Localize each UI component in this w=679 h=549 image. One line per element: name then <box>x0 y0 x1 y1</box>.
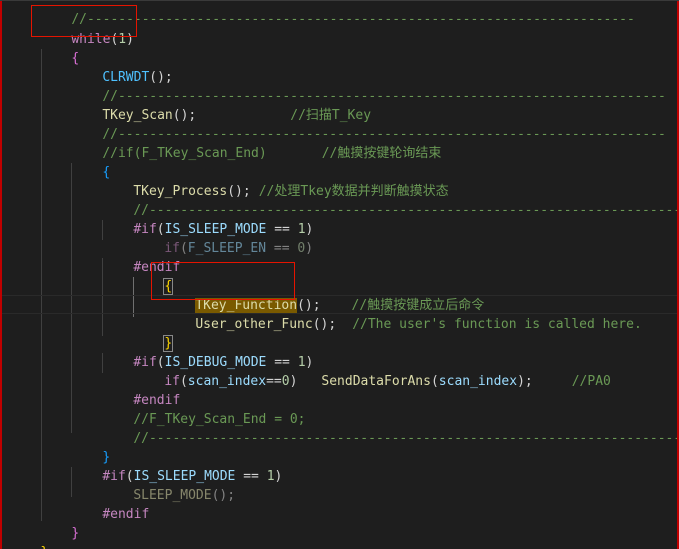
code-line: { <box>0 258 679 295</box>
code-line: //F_TKey_Scan_End = 0; <box>0 391 679 427</box>
code-line: } <box>0 505 679 541</box>
code-line: #endif <box>0 239 679 275</box>
code-editor[interactable]: //--------------------------------------… <box>0 0 679 549</box>
code-line: User_other_Func();//The user's function … <box>195 317 642 332</box>
code-line: TKey_Process();//处理Tkey数据并判断触摸状态 <box>133 184 449 199</box>
code-line: //if(F_TKey_Scan_End)//触摸按键轮询结束 <box>0 125 679 161</box>
frame-edge-left <box>0 1 2 549</box>
code-line: #if(IS_SLEEP_MODE == 1) <box>102 469 283 484</box>
code-line: if(scan_index==0) SendDataForAns(scan_ind… <box>164 374 611 389</box>
code-line: CLRWDT(); <box>102 70 173 85</box>
annotation-box-while <box>31 5 137 37</box>
code-line: #if(IS_DEBUG_MODE == 1) <box>133 355 314 370</box>
code-line: #endif <box>0 486 679 522</box>
code-line: #endif <box>0 372 679 408</box>
code-line: } <box>0 429 679 465</box>
code-line: //--------------------------------------… <box>0 410 679 446</box>
code-line: TKey_Scan();//扫描T_Key <box>102 108 372 123</box>
code-line: TKey_Function();//触摸按键成立后命令 <box>195 298 485 313</box>
code-line-inactive: SLEEP_MODE(); <box>133 488 236 503</box>
code-line: #if(IS_SLEEP_MODE == 1) <box>133 222 314 237</box>
code-line-inactive: if(F_SLEEP_EN == 0) <box>164 241 314 256</box>
code-line: //--------------------------------------… <box>0 68 679 104</box>
code-line: //--------------------------------------… <box>0 182 679 218</box>
code-line: //--------------------------------------… <box>0 106 679 142</box>
annotation-box-tkey-function <box>151 262 295 300</box>
code-line: } <box>0 524 679 549</box>
close-brace: } <box>40 545 48 549</box>
code-line: { <box>0 144 679 180</box>
code-line: } <box>0 315 679 352</box>
